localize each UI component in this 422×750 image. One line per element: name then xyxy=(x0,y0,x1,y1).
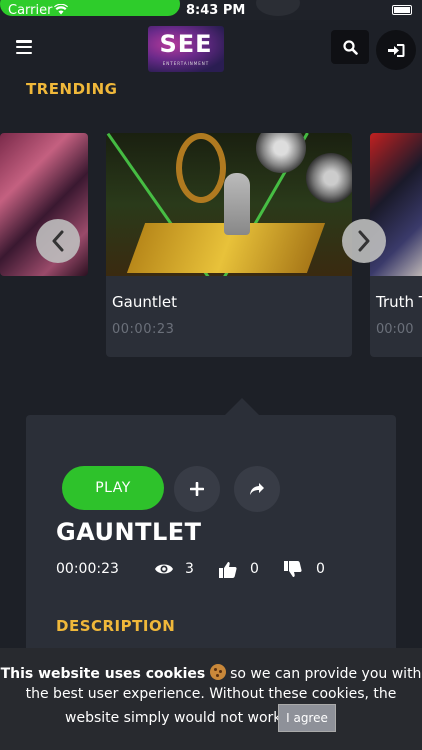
logo-subtext: ENTERTAINMENT xyxy=(162,61,210,66)
like-count: 0 xyxy=(250,561,259,577)
status-bar: Carrier 8:43 PM xyxy=(0,0,422,20)
search-button[interactable] xyxy=(331,30,369,64)
camera-notch xyxy=(256,0,300,16)
view-count: 3 xyxy=(185,561,194,577)
card-duration: 00:00 xyxy=(376,322,414,337)
cookie-text-after-emoji: so we can provide you with xyxy=(230,666,422,682)
search-icon xyxy=(342,39,358,55)
dislike-count: 0 xyxy=(316,561,325,577)
cookie-bold-text: This website uses cookies xyxy=(0,666,206,682)
detail-pointer xyxy=(224,398,260,416)
add-to-list-button[interactable] xyxy=(174,466,220,512)
cookie-banner: This website uses cookies so we can prov… xyxy=(0,648,422,750)
wifi-icon xyxy=(54,4,68,15)
card-title: Truth T xyxy=(376,293,422,311)
brand-logo[interactable]: SEE ENTERTAINMENT xyxy=(148,26,224,72)
status-time: 8:43 PM xyxy=(186,3,246,18)
trending-heading: TRENDING xyxy=(26,80,118,98)
cookie-text-line2: the best user experience. Without these … xyxy=(25,686,397,702)
cookie-text-line3: website simply would not work. xyxy=(65,710,286,726)
play-button[interactable]: PLAY xyxy=(62,466,164,510)
video-meta-row: 00:00:23 3 0 0 xyxy=(56,561,386,579)
chevron-left-icon xyxy=(52,230,64,252)
app-header: SEE ENTERTAINMENT xyxy=(0,20,422,80)
battery-icon xyxy=(392,5,412,15)
carrier-label: Carrier xyxy=(8,3,53,18)
card-title: Gauntlet xyxy=(112,293,177,311)
carousel-next-button[interactable] xyxy=(342,219,386,263)
logo-text: SEE xyxy=(159,30,213,58)
video-thumbnail xyxy=(106,133,352,276)
thumbs-up-icon[interactable] xyxy=(219,561,237,578)
share-icon xyxy=(250,483,264,495)
thumbs-down-icon[interactable] xyxy=(284,561,302,578)
cookie-text-line1: This website uses cookies so we can prov… xyxy=(0,664,422,682)
menu-icon[interactable] xyxy=(16,40,32,54)
plus-icon xyxy=(190,482,204,496)
sign-in-icon xyxy=(387,43,404,57)
cookie-icon xyxy=(209,664,226,680)
sign-in-button[interactable] xyxy=(376,30,416,70)
eye-icon xyxy=(155,564,173,574)
cookie-agree-button[interactable]: I agree xyxy=(278,704,336,732)
video-duration: 00:00:23 xyxy=(56,561,119,577)
card-duration: 00:00:23 xyxy=(112,322,175,337)
share-button[interactable] xyxy=(234,466,280,512)
video-title: GAUNTLET xyxy=(56,518,202,546)
chevron-right-icon xyxy=(358,230,370,252)
trending-card-active[interactable]: Gauntlet 00:00:23 xyxy=(106,133,352,357)
carousel-prev-button[interactable] xyxy=(36,219,80,263)
description-heading: DESCRIPTION xyxy=(56,617,176,635)
